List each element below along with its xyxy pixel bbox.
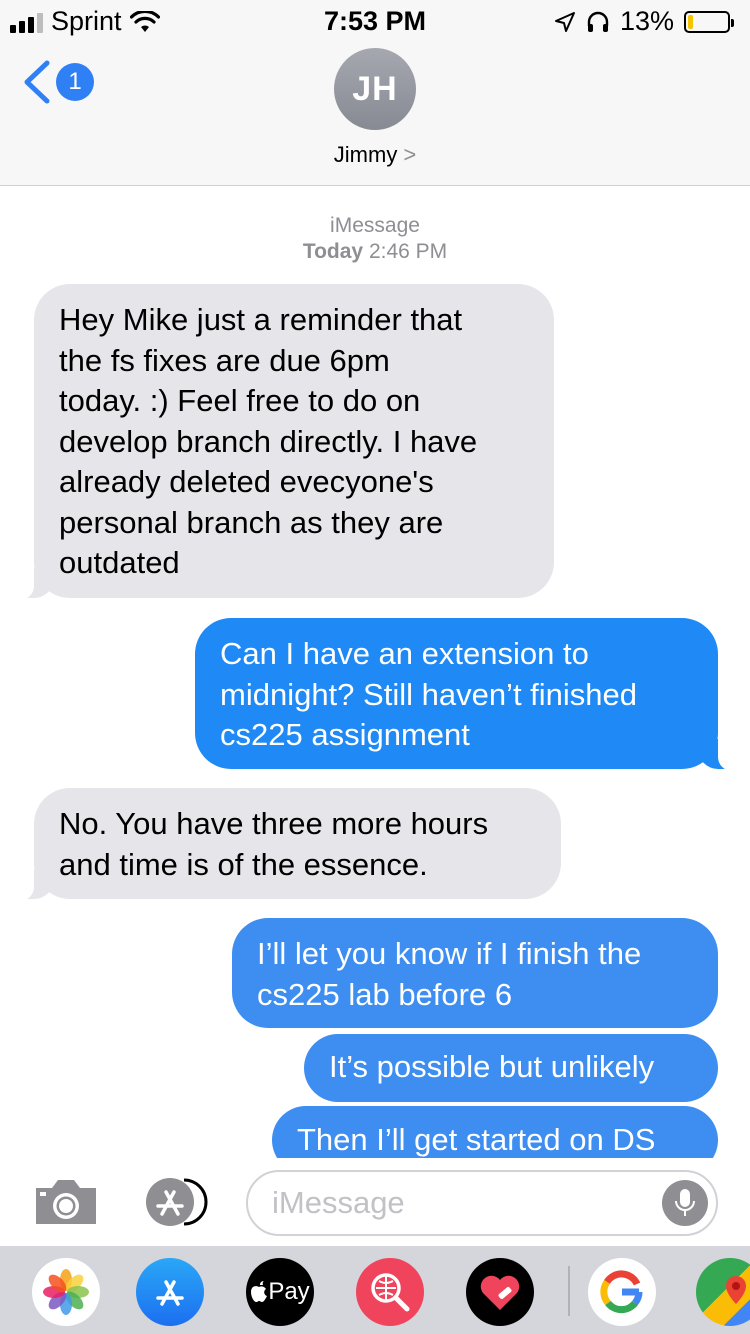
back-button[interactable]: 1 (22, 60, 94, 104)
battery-percent: 13% (619, 6, 674, 36)
date-label: Today (302, 240, 364, 263)
status-right: 13% (554, 6, 734, 37)
message-input[interactable]: iMessage (246, 1170, 718, 1236)
app-store-drawer-icon[interactable] (136, 1258, 204, 1326)
battery-icon (684, 10, 734, 33)
contact-name-button[interactable]: Jimmy > (0, 142, 750, 168)
message-bubble-incoming[interactable]: Hey Mike just a reminder that the fs fix… (12, 284, 554, 600)
photos-glyph (43, 1269, 89, 1315)
microphone-icon[interactable] (662, 1180, 708, 1226)
drawer-divider (568, 1266, 570, 1316)
google-g-icon (600, 1270, 643, 1314)
message-bubble-outgoing[interactable]: I’ll let you know if I finish the cs225 … (232, 918, 718, 1028)
apple-logo-icon (251, 1281, 268, 1302)
google-maps-icon[interactable] (696, 1258, 750, 1326)
message-bubble-outgoing[interactable]: Can I have an extension to midnight? Sti… (195, 618, 740, 771)
digital-touch-icon[interactable] (466, 1258, 534, 1326)
chevron-left-icon (24, 60, 50, 104)
camera-icon[interactable] (32, 1176, 100, 1228)
service-label: iMessage (330, 214, 420, 237)
headphones-icon (587, 11, 609, 32)
battery-fill (688, 14, 693, 29)
image-search-icon[interactable] (356, 1258, 424, 1326)
unread-badge: 1 (56, 63, 94, 101)
maps-pin-icon (726, 1276, 746, 1304)
message-bubble-outgoing[interactable]: It’s possible but unlikely (304, 1034, 718, 1102)
pay-label: Pay (268, 1278, 310, 1305)
message-placeholder: iMessage (272, 1185, 405, 1220)
microphone-glyph (675, 1189, 695, 1216)
app-store-icon[interactable] (140, 1174, 212, 1230)
contact-avatar[interactable]: JH (334, 48, 416, 130)
time-label: 2:46 PM (368, 240, 448, 263)
google-icon[interactable] (588, 1258, 656, 1326)
apple-pay-icon[interactable]: Pay (246, 1258, 314, 1326)
conversation-header: 1 JH Jimmy > (0, 40, 750, 186)
app-store-glyph (156, 1280, 184, 1306)
photos-icon[interactable] (32, 1258, 100, 1326)
heart-icon (480, 1275, 520, 1310)
timestamp-label: Today 2:46 PM (0, 240, 750, 264)
message-bubble-incoming[interactable]: No. You have three more hours and time i… (12, 788, 561, 901)
location-icon (554, 11, 575, 32)
input-bar: iMessage (0, 1158, 750, 1246)
magnifier-globe-icon (371, 1273, 410, 1312)
chevron-right-icon: > (403, 142, 417, 167)
partially-hidden-message-wrapper: Then I’ll get started on DS (0, 1106, 750, 1158)
status-bar: Sprint 7:53 PM 13% (0, 0, 750, 40)
contact-name: Jimmy (333, 142, 398, 167)
message-bubble-outgoing[interactable]: Then I’ll get started on DS (272, 1106, 718, 1158)
app-drawer: Pay (0, 1246, 750, 1334)
